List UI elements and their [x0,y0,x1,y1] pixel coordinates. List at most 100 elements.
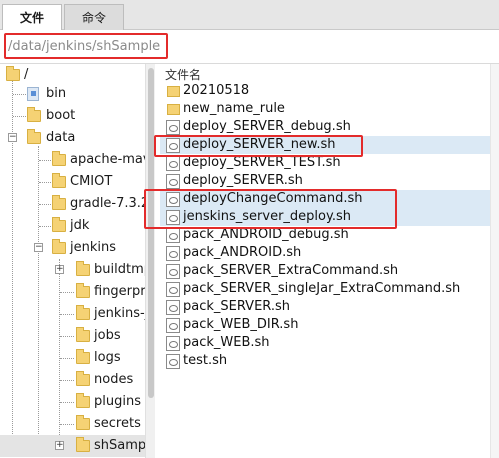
list-item-file[interactable]: pack_WEB.sh [160,334,490,352]
tab-bar: 文件 命令 [0,0,499,32]
tree-item-buildtmp[interactable]: + buildtmp [0,259,145,281]
tree-item-shsample[interactable]: + shSamp [0,435,145,457]
file-name: deploy_SERVER.sh [183,173,303,188]
tree-item-gradle[interactable]: gradle-7.3.2 [0,193,145,215]
file-name: test.sh [183,353,228,368]
file-name: pack_ANDROID_debug.sh [183,227,349,242]
file-name: deploy_SERVER_TEST.sh [183,155,341,170]
folder-icon [76,393,90,408]
highlight-box-path [4,33,168,59]
tree-item-jobs[interactable]: jobs [0,325,145,347]
highlight-box-new-file [154,135,363,157]
file-name: pack_SERVER.sh [183,299,291,314]
folder-icon [76,327,90,342]
list-item-file[interactable]: pack_ANDROID.sh [160,244,490,262]
folder-icon [76,283,90,298]
file-name: pack_WEB_DIR.sh [183,317,299,332]
folder-icon [76,349,90,364]
tree-item-label: jenkins [70,240,117,255]
tree-item-label: jenkins-j [94,306,145,321]
file-list-scrollbar[interactable] [490,64,499,458]
tree-item-label: CMIOT [70,174,113,189]
folder-icon [76,371,90,386]
script-file-icon [166,300,180,315]
tree-item-cmiot[interactable]: CMIOT [0,171,145,193]
script-file-icon [166,336,180,351]
tree-item-label: boot [46,108,76,123]
tree-item-plugins[interactable]: plugins [0,391,145,413]
tree-item-label: secrets [94,416,141,431]
collapse-icon[interactable]: − [34,243,43,252]
tree-item-fingerpr[interactable]: fingerpr [0,281,145,303]
tree-item-label: plugins [94,394,141,409]
column-header-filename[interactable]: 文件名 [165,66,201,83]
tree-item-label: jobs [94,328,121,343]
folder-icon [76,415,90,430]
folder-icon [52,151,66,166]
tree-item-secrets[interactable]: secrets [0,413,145,435]
list-item-file[interactable]: pack_SERVER_singleJar_ExtraCommand.sh [160,280,490,298]
expand-icon[interactable]: + [55,265,64,274]
folder-icon [27,129,41,144]
tree-item-jenkins[interactable]: − jenkins [0,237,145,259]
tree-item-label: / [24,67,29,82]
folder-icon [76,437,90,452]
script-file-icon [166,264,180,279]
file-name: pack_WEB.sh [183,335,270,350]
folder-icon [27,107,41,122]
list-item-folder[interactable]: new_name_rule [160,100,490,118]
tree-item-label: data [46,130,76,145]
file-name: pack_SERVER_ExtraCommand.sh [183,263,399,278]
tree-item-apache-mav[interactable]: apache-mav [0,149,145,171]
script-file-icon [166,228,180,243]
script-file-icon [166,246,180,261]
script-file-icon [166,318,180,333]
tab-commands[interactable]: 命令 [64,4,124,31]
folder-icon [76,305,90,320]
list-item-file[interactable]: pack_SERVER.sh [160,298,490,316]
file-name: pack_SERVER_singleJar_ExtraCommand.sh [183,281,461,296]
tree-item-boot[interactable]: boot [0,105,145,127]
tree-item-label: fingerpr [94,284,145,299]
folder-icon [52,239,66,254]
script-file-icon [166,282,180,297]
tree-item-data[interactable]: − data [0,127,145,149]
file-name: 20210518 [183,83,250,98]
tree-item-label: logs [94,350,121,365]
list-item-file[interactable]: deploy_SERVER_debug.sh [160,118,490,136]
folder-icon [52,173,66,188]
file-name: deploy_SERVER_debug.sh [183,119,351,134]
list-item-file[interactable]: test.sh [160,352,490,370]
expand-icon[interactable]: + [55,441,64,450]
tree-item-bin[interactable]: bin [0,83,145,105]
directory-tree: / bin boot − data apache-mav CMIOT gradl… [0,64,145,458]
tree-item-logs[interactable]: logs [0,347,145,369]
list-item-file[interactable]: deploy_SERVER.sh [160,172,490,190]
tree-item-label: bin [46,86,67,101]
file-list: 文件名 20210518 new_name_rule deploy_SERVER… [160,64,490,458]
tree-item-label: shSamp [94,438,145,453]
script-file-icon [166,156,180,171]
file-name: pack_ANDROID.sh [183,245,302,260]
tree-item-label: gradle-7.3.2 [70,196,145,211]
tree-item-label: apache-mav [70,152,145,167]
tab-files[interactable]: 文件 [2,4,62,32]
script-file-icon [166,354,180,369]
tree-item-label: buildtmp [94,262,145,277]
list-item-file[interactable]: pack_SERVER_ExtraCommand.sh [160,262,490,280]
script-file-icon [166,174,180,189]
tree-item-label: nodes [94,372,134,387]
tree-scrollbar-thumb[interactable] [148,68,154,398]
list-item-folder[interactable]: 20210518 [160,82,490,100]
folder-icon [167,86,180,97]
tree-item-jenkins-j[interactable]: jenkins-j [0,303,145,325]
script-file-icon [166,120,180,135]
folder-icon [52,195,66,210]
folder-icon [76,261,90,276]
tree-item-jdk[interactable]: jdk [0,215,145,237]
tree-item-nodes[interactable]: nodes [0,369,145,391]
list-item-file[interactable]: pack_WEB_DIR.sh [160,316,490,334]
tree-scrollbar[interactable] [145,64,155,458]
collapse-icon[interactable]: − [8,133,17,142]
tree-item-label: jdk [70,218,90,233]
